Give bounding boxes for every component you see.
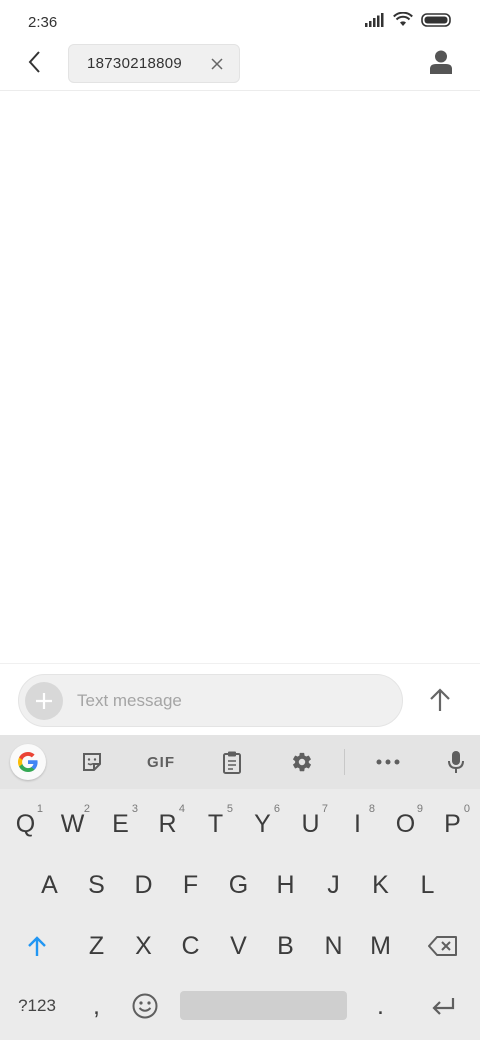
emoji-key[interactable] — [120, 975, 170, 1037]
emoji-icon — [132, 993, 158, 1019]
key-k[interactable]: K — [357, 854, 404, 916]
close-icon — [211, 58, 223, 70]
key-q[interactable]: Q1 — [2, 793, 49, 855]
key-i[interactable]: I8 — [334, 793, 381, 855]
person-icon — [430, 50, 452, 79]
key-o[interactable]: O9 — [382, 793, 429, 855]
period-key[interactable]: . — [357, 975, 404, 1037]
clipboard-icon — [223, 751, 241, 774]
key-row-4: ?123 , . — [0, 975, 480, 1037]
battery-icon — [421, 12, 452, 32]
key-s[interactable]: S — [73, 854, 120, 916]
add-contact-button[interactable] — [426, 49, 456, 79]
key-hint: 0 — [463, 803, 470, 815]
key-z[interactable]: Z — [73, 915, 120, 977]
key-row-3: Z X C V B N M — [0, 915, 480, 977]
recipient-chip[interactable]: 18730218809 — [68, 44, 240, 83]
keyboard-toolbar: GIF — [0, 735, 480, 789]
send-button[interactable] — [424, 684, 456, 716]
clipboard-button[interactable] — [212, 744, 252, 780]
signal-icon — [365, 12, 385, 32]
backspace-key[interactable] — [408, 915, 478, 977]
key-g[interactable]: G — [215, 854, 262, 916]
settings-button[interactable] — [282, 744, 322, 780]
key-hint: 8 — [368, 803, 375, 815]
enter-icon — [432, 998, 455, 1015]
keyboard: GIF Q1 W2 E3 R4 T5 Y6 U7 I8 O9 P0 A S D … — [0, 735, 480, 1040]
add-attachment-button[interactable] — [25, 682, 63, 720]
key-e[interactable]: E3 — [97, 793, 144, 855]
key-hint: 1 — [36, 803, 43, 815]
google-icon — [18, 752, 38, 772]
key-n[interactable]: N — [310, 915, 357, 977]
plus-icon — [36, 693, 52, 709]
message-list — [0, 92, 480, 663]
key-j[interactable]: J — [310, 854, 357, 916]
key-hint: 4 — [178, 803, 185, 815]
wifi-icon — [393, 11, 413, 32]
key-w[interactable]: W2 — [49, 793, 96, 855]
key-r[interactable]: R4 — [144, 793, 191, 855]
key-a[interactable]: A — [26, 854, 73, 916]
status-time: 2:36 — [28, 14, 58, 31]
more-horizontal-icon — [376, 759, 400, 765]
shift-key[interactable] — [2, 915, 72, 977]
more-button[interactable] — [368, 744, 408, 780]
message-input[interactable] — [77, 689, 377, 713]
status-bar: 2:36 — [0, 0, 480, 44]
key-y[interactable]: Y6 — [239, 793, 286, 855]
shift-arrow-icon — [28, 936, 46, 956]
gif-label: GIF — [147, 753, 175, 771]
back-button[interactable] — [18, 48, 50, 80]
key-h[interactable]: H — [262, 854, 309, 916]
key-b[interactable]: B — [262, 915, 309, 977]
arrow-up-icon — [430, 688, 450, 711]
key-hint: 9 — [416, 803, 423, 815]
conversation-header: 18730218809 — [0, 44, 480, 91]
key-hint: 6 — [273, 803, 280, 815]
key-l[interactable]: L — [404, 854, 451, 916]
key-hint: 3 — [131, 803, 138, 815]
key-v[interactable]: V — [215, 915, 262, 977]
key-hint: 2 — [83, 803, 90, 815]
compose-bar — [0, 663, 480, 735]
key-row-2: A S D F G H J K L — [0, 854, 480, 916]
google-button[interactable] — [10, 744, 46, 780]
key-p[interactable]: P0 — [429, 793, 476, 855]
key-u[interactable]: U7 — [287, 793, 334, 855]
symbols-key[interactable]: ?123 — [2, 975, 72, 1037]
key-hint: 7 — [321, 803, 328, 815]
compose-field — [18, 674, 403, 727]
space-bar[interactable] — [180, 991, 347, 1020]
sticker-icon — [83, 753, 101, 771]
toolbar-divider — [344, 749, 345, 775]
sticker-button[interactable] — [72, 744, 112, 780]
status-icons — [365, 11, 452, 32]
comma-key[interactable]: , — [73, 975, 120, 1037]
gear-icon — [293, 752, 311, 772]
voice-input-button[interactable] — [436, 744, 476, 780]
key-x[interactable]: X — [120, 915, 167, 977]
key-row-1: Q1 W2 E3 R4 T5 Y6 U7 I8 O9 P0 — [0, 793, 480, 855]
key-m[interactable]: M — [357, 915, 404, 977]
chevron-left-icon — [27, 50, 41, 79]
key-f[interactable]: F — [167, 854, 214, 916]
key-t[interactable]: T5 — [192, 793, 239, 855]
microphone-icon — [448, 751, 464, 773]
recipient-number: 18730218809 — [87, 55, 183, 72]
backspace-icon — [428, 936, 457, 956]
gif-button[interactable]: GIF — [140, 744, 182, 780]
key-d[interactable]: D — [120, 854, 167, 916]
key-hint: 5 — [226, 803, 233, 815]
enter-key[interactable] — [408, 975, 478, 1037]
remove-recipient-button[interactable] — [209, 56, 225, 72]
key-c[interactable]: C — [167, 915, 214, 977]
